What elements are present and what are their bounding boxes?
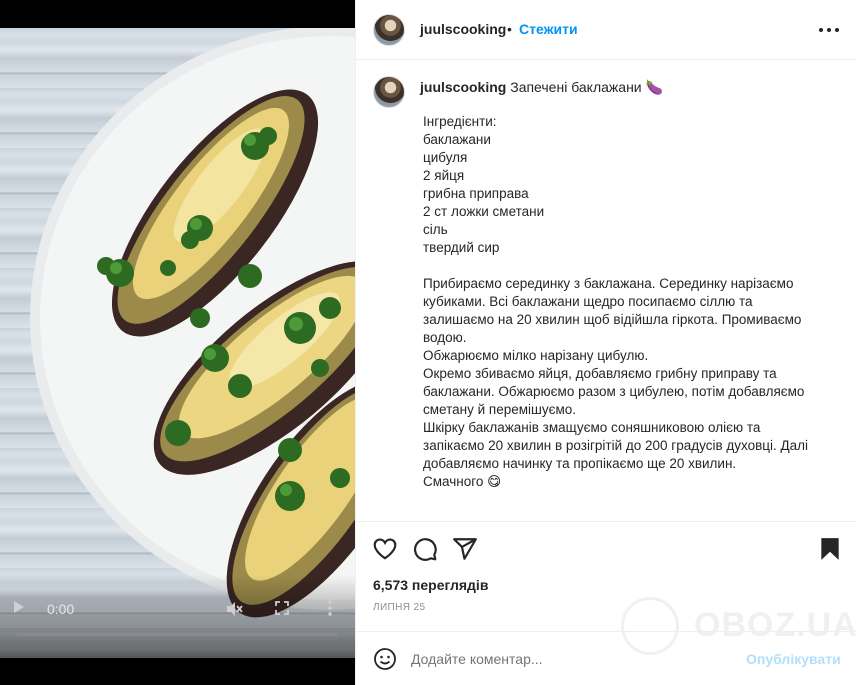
caption-avatar[interactable] xyxy=(373,76,405,108)
post-panel: juulscooking • Стежити juulscooking Запе… xyxy=(355,0,856,685)
view-count[interactable]: 6,573 переглядів xyxy=(373,577,488,593)
caption-body: Інгредієнти: баклажани цибуля 2 яйця гри… xyxy=(423,114,809,489)
follow-button[interactable]: Стежити xyxy=(519,21,578,37)
post-author-name[interactable]: juulscooking xyxy=(420,21,506,37)
video-progress-bar[interactable] xyxy=(16,633,338,636)
share-icon[interactable] xyxy=(452,536,478,562)
emoji-icon[interactable] xyxy=(373,647,397,671)
fullscreen-icon[interactable] xyxy=(275,601,289,615)
video-control-bar: 0:00 xyxy=(0,590,355,626)
post-caption: juulscooking Запечені баклажани 🍆 Інгред… xyxy=(356,61,856,520)
comment-input[interactable] xyxy=(411,651,731,667)
video-time: 0:00 xyxy=(47,601,75,617)
post-photo xyxy=(0,28,355,658)
bookmark-icon[interactable] xyxy=(817,536,843,562)
stuffed-eggplant-image xyxy=(30,28,355,618)
post-comment-button[interactable]: Опублікувати xyxy=(746,651,841,667)
comment-box: Опублікувати xyxy=(356,631,856,685)
comment-icon[interactable] xyxy=(412,536,438,562)
post-media[interactable]: 0:00 xyxy=(0,0,355,685)
avatar[interactable] xyxy=(373,14,405,46)
play-icon[interactable] xyxy=(14,601,24,613)
post-date[interactable]: липня 25 xyxy=(373,602,425,613)
caption-title: Запечені баклажани 🍆 xyxy=(510,79,663,95)
caption-username[interactable]: juulscooking xyxy=(420,79,506,95)
mute-icon[interactable] xyxy=(225,600,243,618)
action-bar xyxy=(356,521,856,573)
caption-header: juulscooking Запечені баклажани 🍆 xyxy=(420,79,663,96)
heart-icon[interactable] xyxy=(372,536,398,562)
post-header: juulscooking • Стежити xyxy=(356,0,856,60)
more-icon[interactable] xyxy=(819,22,839,38)
video-more-icon[interactable] xyxy=(328,600,332,616)
separator-dot: • xyxy=(507,21,512,37)
